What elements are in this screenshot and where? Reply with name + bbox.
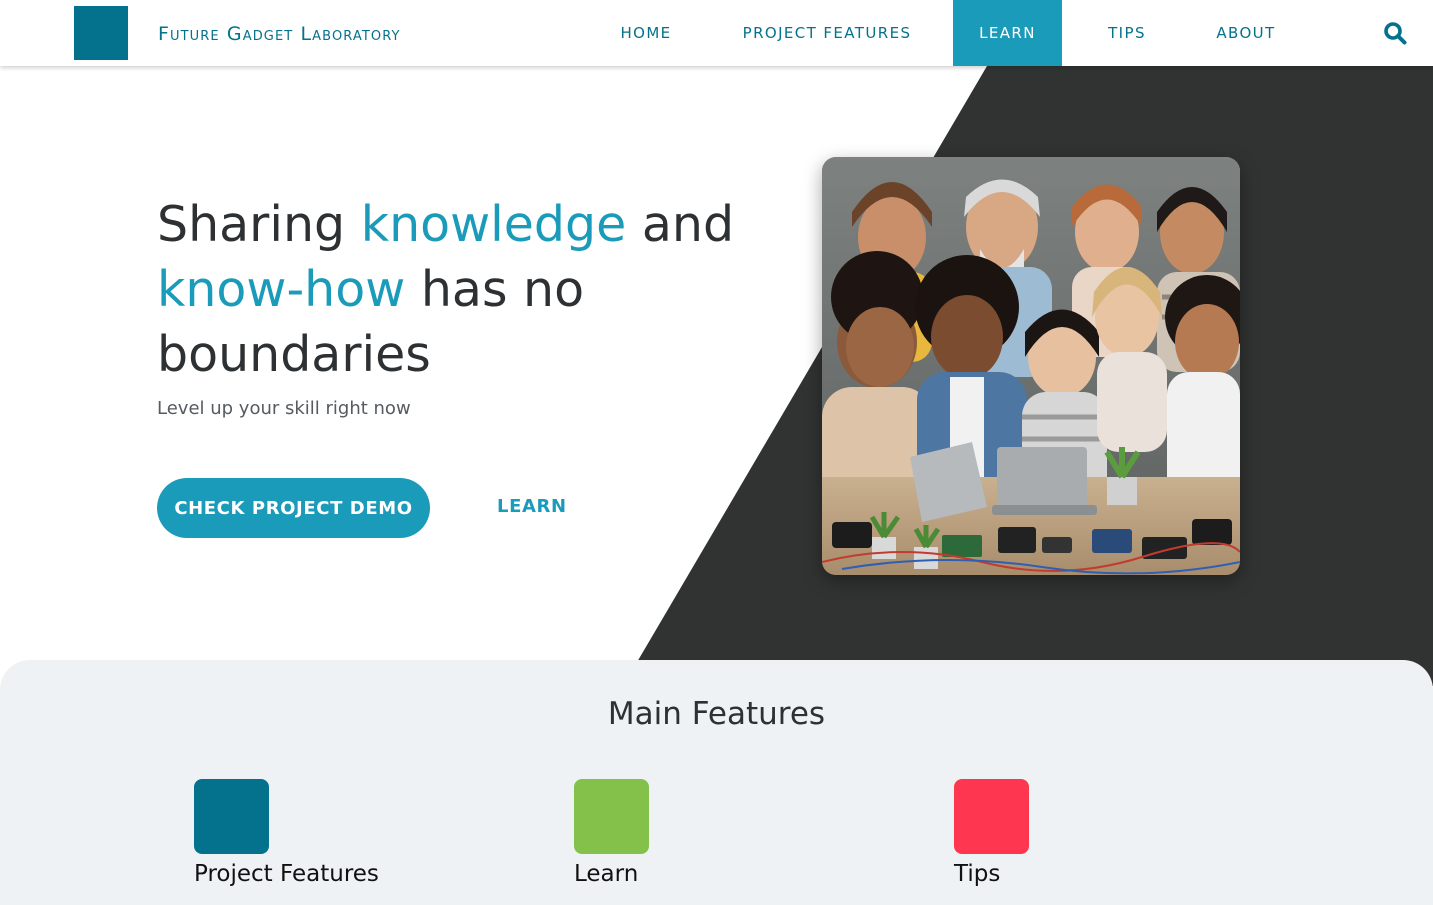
- features-title: Main Features: [607, 696, 826, 732]
- hero-subline: Level up your skill right now: [157, 398, 411, 419]
- brand-name[interactable]: Future Gadget Laboratory: [158, 22, 401, 46]
- project-features-icon: [194, 779, 269, 854]
- nav-tips[interactable]: TIPS: [1092, 0, 1162, 66]
- headline-accent-know-how: know-how: [157, 261, 406, 318]
- main-features-section: Main Features Project Features Learn Tip…: [0, 660, 1433, 905]
- feature-label-project-features: Project Features: [194, 861, 379, 887]
- tips-icon: [954, 779, 1029, 854]
- learn-link[interactable]: LEARN: [497, 496, 567, 517]
- headline-part-1: Sharing: [157, 196, 361, 253]
- top-nav-bar: Future Gadget Laboratory HOME PROJECT FE…: [0, 0, 1433, 66]
- nav-home[interactable]: HOME: [598, 0, 694, 66]
- hero-headline: Sharing knowledge and know-how has no bo…: [157, 192, 737, 387]
- feature-card-tips[interactable]: Tips: [954, 779, 1254, 887]
- nav-project-features[interactable]: PROJECT FEATURES: [727, 0, 927, 66]
- headline-part-2: and: [626, 196, 735, 253]
- nav-learn[interactable]: LEARN: [953, 0, 1062, 66]
- check-project-demo-button[interactable]: CHECK PROJECT DEMO: [157, 478, 430, 538]
- feature-card-project-features[interactable]: Project Features: [194, 779, 494, 887]
- group-photo: [822, 157, 1240, 575]
- headline-accent-knowledge: knowledge: [360, 196, 627, 253]
- learn-icon: [574, 779, 649, 854]
- search-icon[interactable]: [1383, 21, 1407, 45]
- logo[interactable]: [74, 6, 128, 60]
- group-photo-illustration: [822, 157, 1240, 575]
- feature-label-learn: Learn: [574, 861, 639, 887]
- feature-label-tips: Tips: [954, 861, 1001, 887]
- nav-about[interactable]: ABOUT: [1198, 0, 1294, 66]
- feature-card-learn[interactable]: Learn: [574, 779, 874, 887]
